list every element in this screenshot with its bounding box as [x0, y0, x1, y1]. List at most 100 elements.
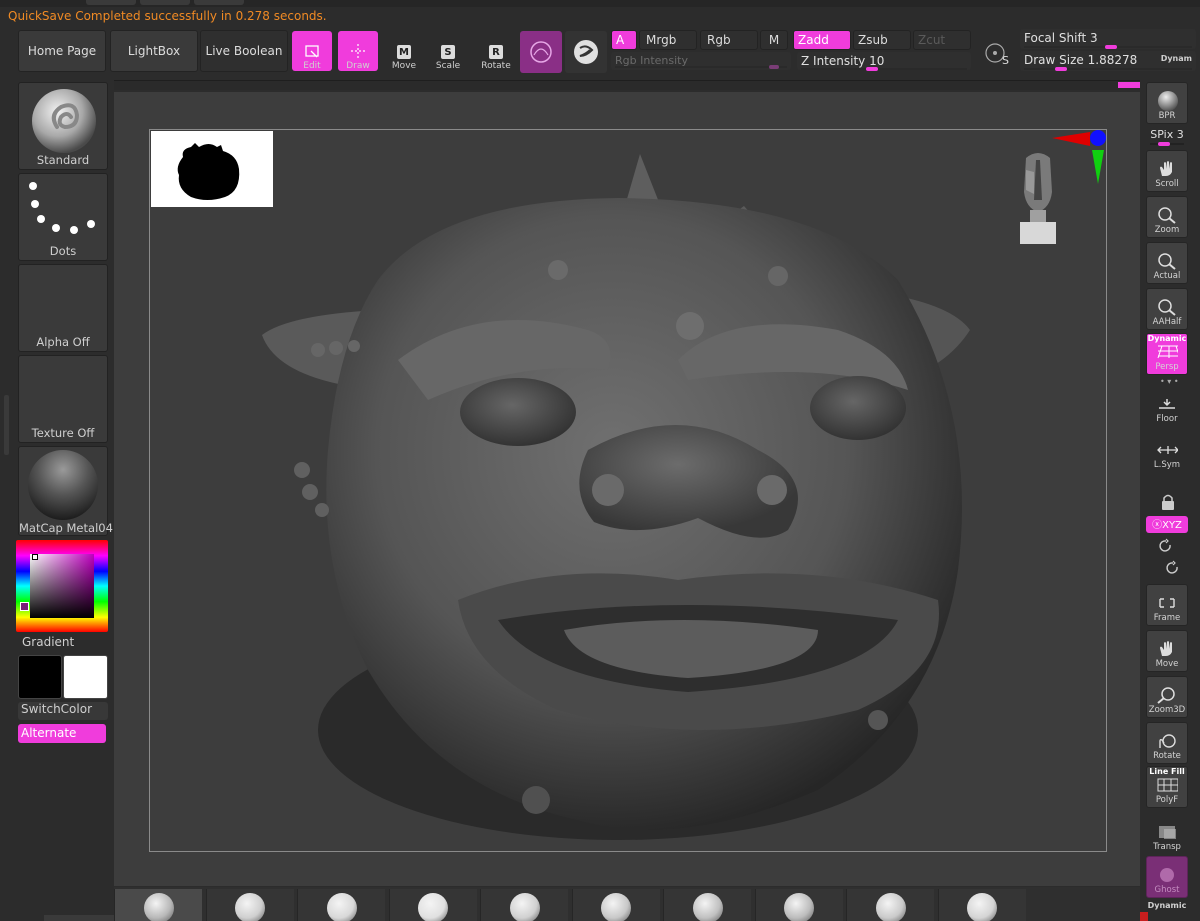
- rotate-view-button[interactable]: Rotate: [1146, 722, 1188, 764]
- draw-size-knob[interactable]: [1055, 67, 1067, 71]
- head-orientation-icon[interactable]: [1012, 150, 1064, 246]
- brush-sphere-icon: [326, 893, 357, 921]
- alpha-tile[interactable]: Alpha Off: [18, 264, 108, 352]
- aahalf-button[interactable]: AAHalf: [1146, 288, 1188, 330]
- bottom-scrollbar[interactable]: [44, 915, 114, 921]
- bpr-button[interactable]: BPR: [1146, 82, 1188, 124]
- scroll-button[interactable]: Scroll: [1146, 150, 1188, 192]
- hand-scroll-icon: [1156, 160, 1178, 178]
- mrgb-button[interactable]: Mrgb: [639, 30, 697, 50]
- floor-icon: [1156, 395, 1178, 413]
- zadd-button[interactable]: Zadd: [793, 30, 851, 50]
- m-button[interactable]: M: [760, 30, 788, 50]
- spix-track: [1150, 142, 1184, 146]
- shelf-brush-item[interactable]: [754, 889, 843, 921]
- navigation-thumbnail[interactable]: [151, 131, 273, 207]
- live-boolean-button[interactable]: Live Boolean: [200, 30, 288, 72]
- a-toggle[interactable]: A: [611, 30, 637, 50]
- switch-color-button[interactable]: SwitchColor: [18, 702, 108, 720]
- local-lock-button[interactable]: [1146, 472, 1188, 514]
- draw-size-text: Draw Size: [1024, 53, 1084, 67]
- sculpt-model[interactable]: [258, 150, 988, 850]
- mrgb-sphere-button[interactable]: [520, 31, 562, 73]
- xyz-button[interactable]: ⓧXYZ: [1146, 516, 1188, 533]
- color-picker[interactable]: [16, 540, 108, 632]
- focal-shift-knob[interactable]: [1105, 45, 1117, 49]
- rgb-intensity-knob[interactable]: [769, 65, 779, 69]
- lazy-mouse-button[interactable]: S: [978, 34, 1016, 72]
- brush-sphere-icon: [967, 893, 997, 921]
- material-sphere-button[interactable]: [565, 31, 607, 73]
- matcap-sphere-icon: [28, 450, 98, 520]
- alternate-button[interactable]: Alternate: [18, 724, 106, 743]
- brush-sphere-icon: [875, 893, 906, 921]
- shelf-brush-item[interactable]: [297, 889, 385, 921]
- lsym-button[interactable]: L.Sym: [1146, 430, 1188, 472]
- ghost-button[interactable]: Ghost: [1146, 856, 1188, 898]
- brush-sphere-icon: [692, 893, 723, 921]
- frame-label: Frame: [1153, 613, 1181, 623]
- focal-shift-text: Focal Shift: [1024, 31, 1087, 45]
- spix-knob[interactable]: [1158, 142, 1170, 146]
- rotate-z-icon[interactable]: [1165, 560, 1181, 576]
- stroke-label: Dots: [49, 244, 77, 258]
- focal-shift-slider[interactable]: Focal Shift 3: [1020, 29, 1196, 49]
- shelf-brush-item[interactable]: [480, 889, 568, 921]
- zsub-button[interactable]: Zsub: [853, 30, 911, 50]
- draw-size-track: [1024, 67, 1192, 71]
- secondary-color-swatch[interactable]: [20, 602, 29, 611]
- floor-button[interactable]: Floor: [1146, 384, 1188, 426]
- shelf-brush-item[interactable]: [937, 889, 1026, 921]
- move-view-button[interactable]: Move: [1146, 630, 1188, 672]
- zoom-button[interactable]: Zoom: [1146, 196, 1188, 238]
- frame-button[interactable]: Frame: [1146, 584, 1188, 626]
- persp-button[interactable]: Dynamic Persp: [1146, 333, 1188, 375]
- color-saturation-square[interactable]: [30, 554, 94, 618]
- zoom3d-button[interactable]: Zoom3D: [1146, 676, 1188, 718]
- zoom3d-magnifier-icon: [1156, 686, 1178, 704]
- z-intensity-slider[interactable]: Z Intensity 10: [797, 52, 971, 71]
- material-icon: [574, 40, 598, 64]
- shelf-brush-item[interactable]: [571, 889, 660, 921]
- rgb-intensity-slider[interactable]: Rgb Intensity: [611, 52, 791, 70]
- secondary-color-swatch-white[interactable]: [63, 655, 108, 699]
- edit-button[interactable]: Edit: [292, 31, 332, 71]
- draw-button[interactable]: Draw: [338, 31, 378, 71]
- shelf-brush-item[interactable]: [205, 889, 294, 921]
- dynamic-label[interactable]: Dynam: [1161, 54, 1192, 63]
- actual-button[interactable]: Actual: [1146, 242, 1188, 284]
- z-intensity-knob[interactable]: [866, 67, 878, 71]
- scale-icon: S: [441, 45, 455, 59]
- move-button[interactable]: M Move: [384, 31, 424, 71]
- stroke-tile[interactable]: Dots: [18, 173, 108, 261]
- tray-handle[interactable]: [1118, 82, 1140, 88]
- shelf-brush-item[interactable]: [663, 889, 751, 921]
- shelf-brush-item[interactable]: [114, 889, 202, 921]
- draw-size-slider[interactable]: Draw Size 1.88278 Dynam: [1020, 51, 1196, 71]
- dynamic-bottom-label: Dynamic: [1147, 901, 1187, 910]
- polyframe-grid-icon: [1156, 776, 1178, 794]
- material-tile[interactable]: MatCap Metal04: [18, 446, 113, 536]
- rgb-button[interactable]: Rgb: [700, 30, 758, 50]
- rotate-y-icon[interactable]: [1158, 538, 1174, 554]
- zcut-button[interactable]: Zcut: [913, 30, 971, 50]
- main-color-swatch[interactable]: [18, 655, 62, 699]
- rotate-button[interactable]: R Rotate: [476, 31, 516, 71]
- texture-tile[interactable]: Texture Off: [18, 355, 108, 443]
- gradient-label[interactable]: Gradient: [22, 635, 74, 649]
- lightbox-button[interactable]: LightBox: [110, 30, 198, 72]
- left-tray-divider[interactable]: [4, 395, 9, 455]
- edit-icon: [303, 43, 321, 59]
- polyf-button[interactable]: Line Fill PolyF: [1146, 766, 1188, 808]
- brush-tile[interactable]: Standard: [18, 82, 108, 170]
- silhouette-icon: [177, 143, 240, 200]
- z-intensity-value: 10: [869, 54, 885, 68]
- texture-label: Texture Off: [31, 426, 95, 440]
- transp-button[interactable]: Transp: [1146, 812, 1188, 854]
- color-cursor[interactable]: [32, 554, 38, 560]
- shelf-brush-item[interactable]: [388, 889, 477, 921]
- shelf-brush-item[interactable]: [846, 889, 934, 921]
- home-page-button[interactable]: Home Page: [18, 30, 106, 72]
- floor-label: Floor: [1156, 414, 1178, 424]
- scale-button[interactable]: S Scale: [428, 31, 468, 71]
